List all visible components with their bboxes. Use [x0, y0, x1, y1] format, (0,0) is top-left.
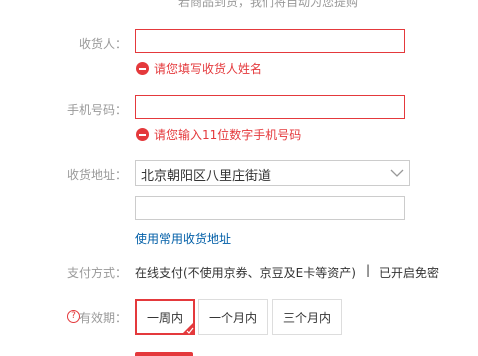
- validity-option-label: 一个月内: [208, 310, 257, 325]
- address-detail-input[interactable]: [135, 196, 405, 220]
- error-icon: [136, 128, 149, 141]
- validity-option-month[interactable]: 一个月内: [198, 299, 268, 335]
- payment-method: 在线支付(不使用京券、京豆及E卡等资产): [135, 266, 356, 280]
- chevron-down-icon: [390, 169, 404, 177]
- address-region-value: 北京朝阳区八里庄街道: [141, 169, 272, 184]
- validity-option-three-months[interactable]: 三个月内: [272, 299, 342, 335]
- receiver-error-text: 请您填写收货人姓名: [154, 62, 263, 76]
- phone-label: 手机号码：: [66, 103, 127, 117]
- receiver-error: 请您填写收货人姓名: [136, 60, 262, 77]
- check-corner-icon: [182, 322, 194, 334]
- validity-label: 有效期：: [78, 311, 127, 325]
- address-region-select[interactable]: 北京朝阳区八里庄街道: [135, 160, 410, 186]
- validity-option-label: 一周内: [146, 310, 183, 325]
- error-icon: [136, 62, 149, 75]
- restock-note: 若商品到货，我们将自动为您提购: [178, 0, 359, 9]
- validity-option-week[interactable]: 一周内: [135, 299, 195, 335]
- submit-button[interactable]: [135, 352, 193, 356]
- receiver-input[interactable]: [135, 29, 405, 53]
- common-address-link[interactable]: 使用常用收货地址: [135, 230, 231, 247]
- address-label: 收货地址：: [66, 168, 127, 182]
- stock-notify-form: 若商品到货，我们将自动为您提购 收货人： 请您填写收货人姓名 手机号码： 请您输…: [0, 0, 478, 356]
- payment-label: 支付方式：: [66, 266, 127, 280]
- receiver-label: 收货人：: [78, 37, 127, 51]
- phone-error: 请您输入11位数字手机号码: [136, 126, 301, 143]
- validity-option-label: 三个月内: [282, 310, 331, 325]
- phone-error-text: 请您输入11位数字手机号码: [154, 128, 302, 142]
- payment-separator: |: [366, 263, 371, 277]
- payment-status: 已开启免密: [379, 266, 440, 280]
- phone-input[interactable]: [135, 95, 405, 119]
